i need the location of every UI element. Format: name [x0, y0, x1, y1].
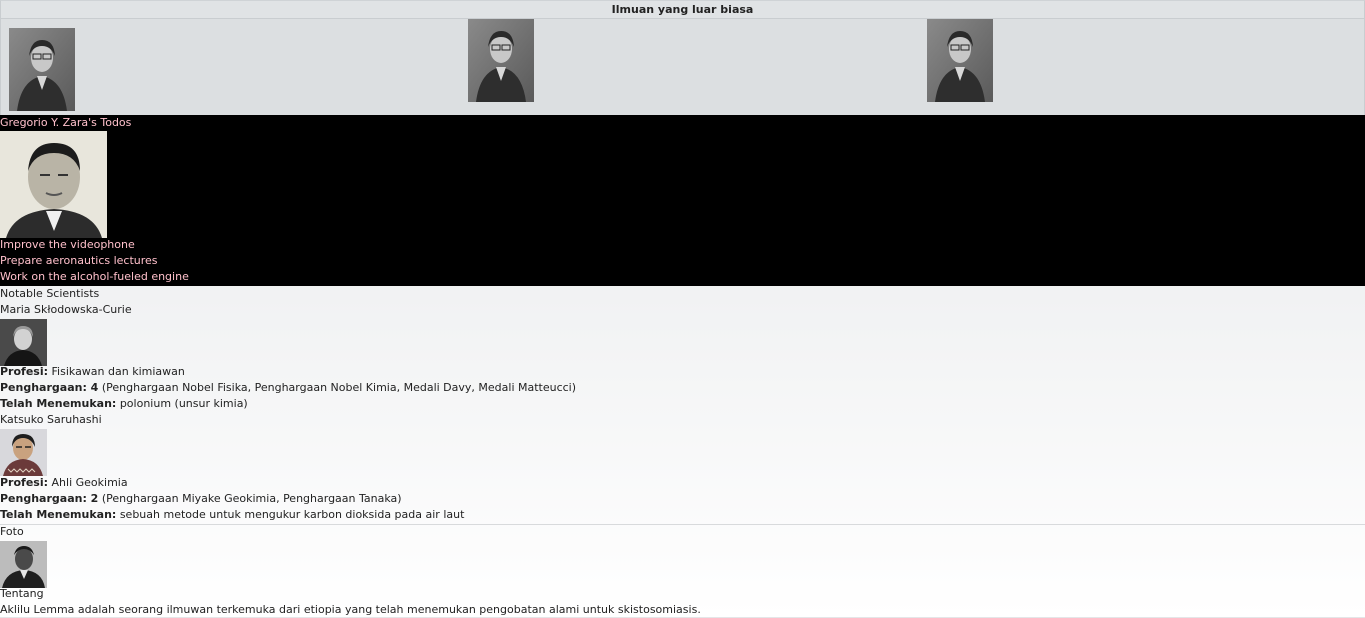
- scientist-awards: Penghargaan: 4 (Penghargaan Nobel Fisika…: [0, 381, 577, 394]
- scientist-name: Katsuko Saruhashi: [0, 413, 102, 426]
- aklilu-lemma-photo: [0, 541, 47, 588]
- todo-item: Work on the alcohol-fueled engine: [0, 270, 189, 283]
- scientist-profession: Profesi: Fisikawan dan kimiawan: [0, 365, 185, 378]
- section-divider: [0, 524, 1365, 525]
- gallery-title: Ilmuan yang luar biasa: [1, 1, 1364, 19]
- todo-item: Improve the videophone: [0, 238, 135, 251]
- scientist-gallery: Ilmuan yang luar biasa: [0, 0, 1365, 116]
- gregorio-zara-photo: [0, 131, 107, 238]
- todo-item: Prepare aeronautics lectures: [0, 254, 158, 267]
- scientist-photo: [0, 319, 47, 366]
- scientist-discovery: Telah Menemukan: sebuah metode untuk men…: [0, 508, 465, 521]
- gallery-photo-1: [9, 28, 75, 111]
- about-label: Tentang: [0, 587, 44, 600]
- photo-label: Foto: [0, 525, 24, 538]
- about-text: Aklilu Lemma adalah seorang ilmuwan terk…: [0, 603, 701, 616]
- scientist-awards: Penghargaan: 2 (Penghargaan Miyake Geoki…: [0, 492, 402, 505]
- todo-list-card: Gregorio Y. Zara's Todos Improve the vid…: [0, 115, 1365, 286]
- scientist-photo: [0, 429, 47, 476]
- todo-title: Gregorio Y. Zara's Todos: [0, 116, 132, 129]
- scientist-discovery: Telah Menemukan: polonium (unsur kimia): [0, 397, 248, 410]
- scientist-profession: Profesi: Ahli Geokimia: [0, 476, 128, 489]
- gallery-photo-2: [468, 19, 534, 102]
- scientists-heading: Notable Scientists: [0, 287, 100, 300]
- scientist-name: Maria Skłodowska-Curie: [0, 303, 132, 316]
- gallery-photo-3: [927, 19, 993, 102]
